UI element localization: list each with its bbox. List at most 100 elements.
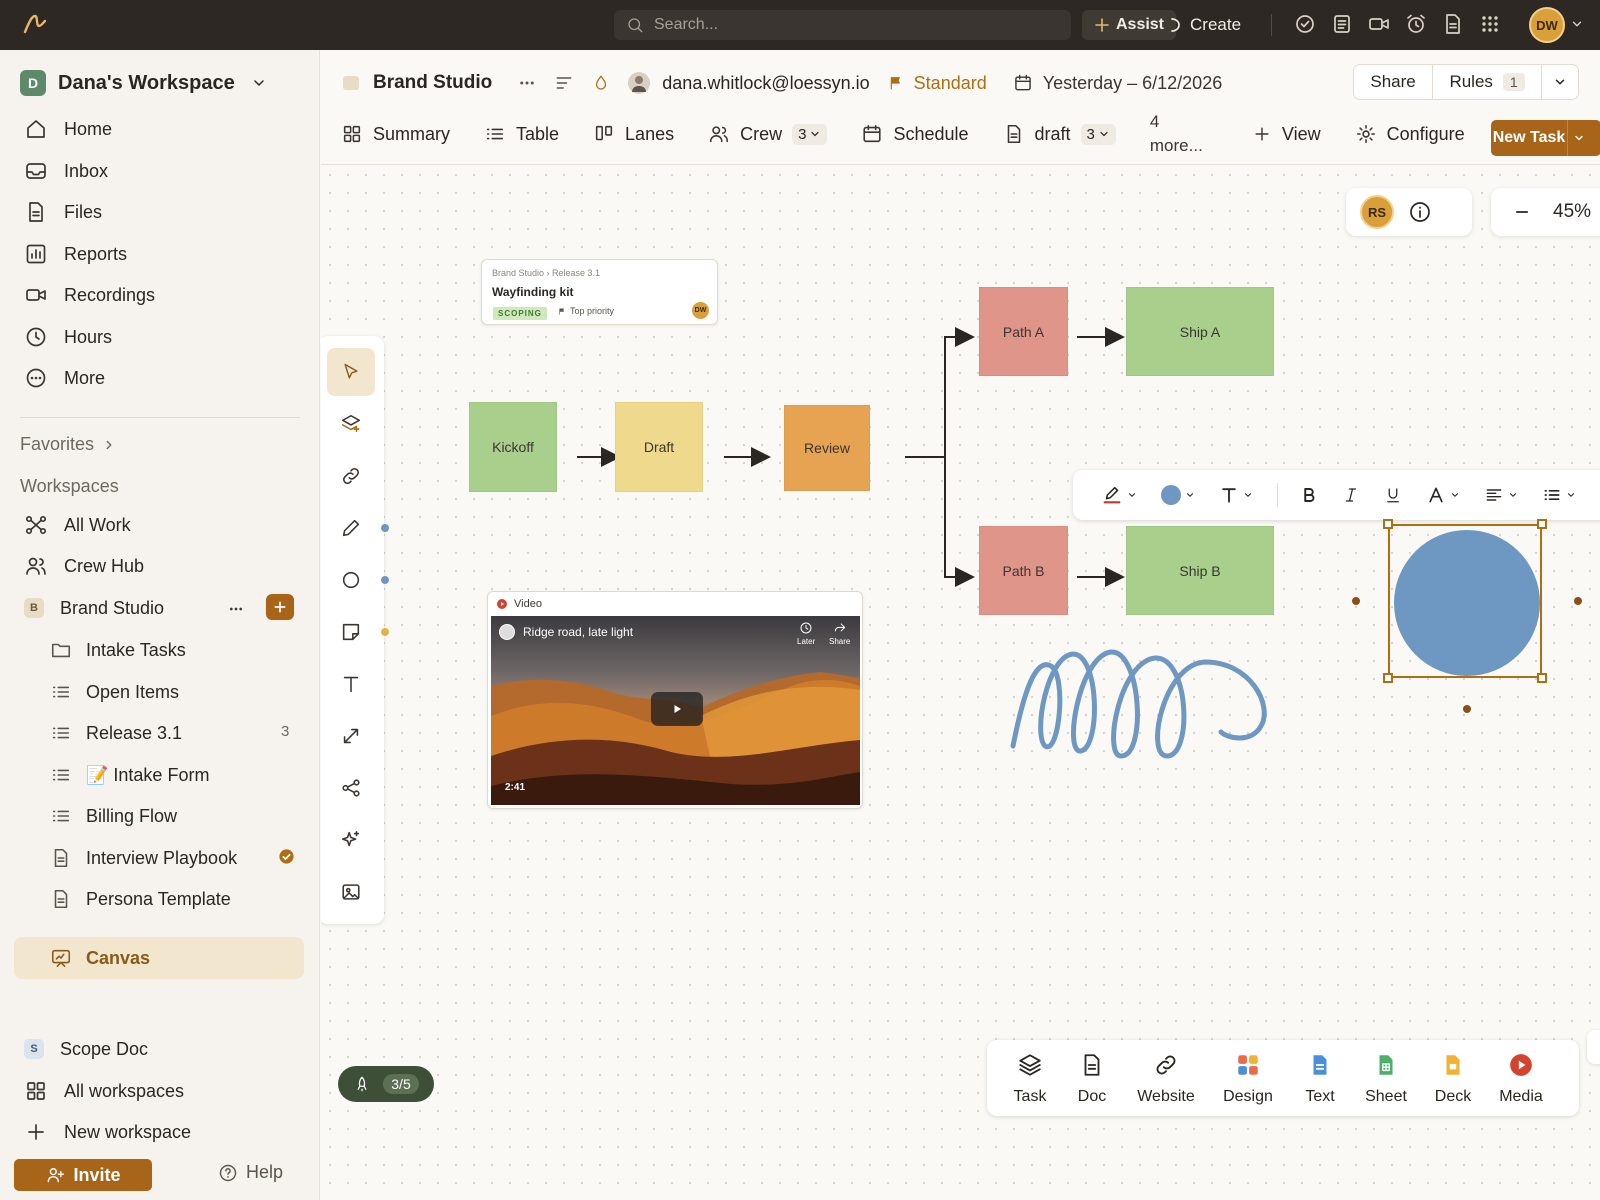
connector-point-right[interactable]: [1574, 597, 1582, 605]
pen-tool[interactable]: [327, 504, 375, 552]
chevron-down-icon[interactable]: [1567, 120, 1589, 156]
sidebar-item-inbox[interactable]: Inbox: [24, 156, 108, 186]
font-color-button[interactable]: [1426, 485, 1460, 505]
check-circle-icon[interactable]: [1293, 12, 1317, 36]
drop-icon[interactable]: [592, 74, 610, 92]
notes-icon[interactable]: [1330, 12, 1354, 36]
resize-handle-sw[interactable]: [1383, 673, 1393, 683]
task-card[interactable]: Brand Studio › Release 3.1 Wayfinding ki…: [481, 259, 718, 325]
apps-grid-icon[interactable]: [1478, 12, 1502, 36]
sidebar-item-scope-doc[interactable]: S Scope Doc: [24, 1034, 148, 1064]
flow-node-path-a[interactable]: Path A: [979, 287, 1068, 376]
zoom-level[interactable]: 45%: [1553, 201, 1591, 223]
flow-node-review[interactable]: Review: [784, 405, 870, 491]
text-style-button[interactable]: [1219, 485, 1253, 505]
sidebar-item-hours[interactable]: Hours: [24, 322, 112, 352]
insert-deck-button[interactable]: Deck: [1419, 1050, 1487, 1106]
doc-icon[interactable]: [1441, 12, 1465, 36]
insert-website-button[interactable]: Website: [1123, 1050, 1209, 1106]
more-horizontal-icon[interactable]: [518, 74, 536, 92]
sidebar-item-new-workspace[interactable]: New workspace: [24, 1117, 191, 1147]
tab-count[interactable]: 3: [1080, 123, 1116, 145]
tab-table[interactable]: Table: [484, 123, 559, 145]
text-tool[interactable]: [327, 660, 375, 708]
resize-handle-nw[interactable]: [1383, 519, 1393, 529]
flow-node-ship-a[interactable]: Ship A: [1126, 287, 1274, 376]
insert-text-button[interactable]: Text: [1287, 1050, 1353, 1106]
selection-box[interactable]: [1388, 524, 1542, 678]
flow-node-path-b[interactable]: Path B: [979, 526, 1068, 615]
connector-point-bottom[interactable]: [1463, 705, 1471, 713]
alarm-icon[interactable]: [1404, 12, 1428, 36]
add-item-button[interactable]: [266, 594, 294, 620]
whiteboard-canvas[interactable]: RS 45% Brand Studio › Release 3.1 Wayfin…: [321, 166, 1600, 1200]
tree-item-intake-form[interactable]: 📝 Intake Form: [50, 760, 209, 790]
tree-item-billing-flow[interactable]: Billing Flow: [50, 801, 177, 831]
connector-point-left[interactable]: [1352, 597, 1360, 605]
chevron-down-icon[interactable]: [1570, 17, 1584, 31]
italic-button[interactable]: [1342, 486, 1360, 504]
more-tabs-button[interactable]: 4 more...: [1150, 110, 1208, 158]
zoom-out-icon[interactable]: [1513, 203, 1531, 221]
insert-sheet-button[interactable]: Sheet: [1353, 1050, 1419, 1106]
add-view-button[interactable]: View: [1252, 124, 1321, 145]
sidebar-item-recordings[interactable]: Recordings: [24, 280, 155, 310]
flow-node-ship-b[interactable]: Ship B: [1126, 526, 1274, 615]
tree-item-open-items[interactable]: Open Items: [50, 677, 179, 707]
tab-lanes[interactable]: Lanes: [593, 123, 674, 145]
chevron-down-icon[interactable]: [1542, 75, 1578, 89]
expand-button[interactable]: [1587, 1030, 1600, 1064]
sidebar-item-brand-studio[interactable]: B Brand Studio: [24, 593, 164, 623]
priority-selector[interactable]: Standard: [888, 73, 987, 94]
image-tool[interactable]: [327, 868, 375, 916]
flow-node-kickoff[interactable]: Kickoff: [469, 402, 557, 492]
tab-schedule[interactable]: Schedule: [861, 123, 969, 145]
onboarding-progress[interactable]: 3/5: [338, 1066, 434, 1102]
share-tool[interactable]: [327, 764, 375, 812]
more-horizontal-icon[interactable]: [228, 601, 244, 617]
tab-crew[interactable]: Crew 3: [708, 123, 828, 145]
tree-item-persona-template[interactable]: Persona Template: [50, 884, 231, 914]
tab-summary[interactable]: Summary: [341, 123, 450, 145]
sidebar-item-home[interactable]: Home: [24, 114, 112, 144]
date-range[interactable]: Yesterday – 6/12/2026: [1013, 73, 1222, 94]
layers-tool[interactable]: [327, 400, 375, 448]
sidebar-item-reports[interactable]: Reports: [24, 239, 127, 269]
page-title[interactable]: Brand Studio: [373, 72, 492, 94]
connector-tool[interactable]: [327, 712, 375, 760]
video-embed[interactable]: Video Ridge road, late light Later Share: [487, 591, 863, 809]
link-tool[interactable]: [327, 452, 375, 500]
flow-node-draft[interactable]: Draft: [615, 402, 703, 492]
tree-item-intake-tasks[interactable]: Intake Tasks: [50, 635, 186, 665]
resize-handle-se[interactable]: [1537, 673, 1547, 683]
tree-item-release[interactable]: Release 3.1: [50, 718, 182, 748]
ai-tool[interactable]: [327, 816, 375, 864]
video-player[interactable]: Ridge road, late light Later Share 2:41: [491, 616, 860, 805]
tab-draft[interactable]: draft 3: [1003, 123, 1116, 145]
new-task-button[interactable]: New Task: [1491, 120, 1600, 156]
sticky-note-tool[interactable]: [327, 608, 375, 656]
configure-button[interactable]: Configure: [1355, 123, 1465, 145]
search-input[interactable]: Search...: [614, 10, 1071, 40]
align-button[interactable]: [1484, 485, 1518, 505]
select-tool[interactable]: [327, 348, 375, 396]
insert-design-button[interactable]: Design: [1209, 1050, 1287, 1106]
help-button[interactable]: Help: [218, 1162, 283, 1183]
sidebar-item-files[interactable]: Files: [24, 197, 102, 227]
insert-doc-button[interactable]: Doc: [1061, 1050, 1123, 1106]
play-button[interactable]: [651, 692, 703, 726]
insert-task-button[interactable]: Task: [999, 1050, 1061, 1106]
collaborator-avatar[interactable]: RS: [1360, 195, 1394, 229]
fill-color-button[interactable]: [1161, 485, 1195, 505]
watch-later-button[interactable]: Later: [797, 621, 815, 646]
video-icon[interactable]: [1367, 12, 1391, 36]
app-logo-icon[interactable]: [22, 12, 48, 36]
share-button[interactable]: Share: [1354, 65, 1434, 99]
sort-icon[interactable]: [554, 73, 574, 93]
tree-item-interview-playbook[interactable]: Interview Playbook: [50, 843, 237, 873]
shape-tool[interactable]: [327, 556, 375, 604]
tree-item-canvas[interactable]: Canvas: [50, 943, 150, 973]
tab-count[interactable]: 3: [792, 123, 828, 145]
sidebar-item-crew-hub[interactable]: Crew Hub: [24, 551, 144, 581]
create-button[interactable]: Create: [1170, 10, 1241, 40]
